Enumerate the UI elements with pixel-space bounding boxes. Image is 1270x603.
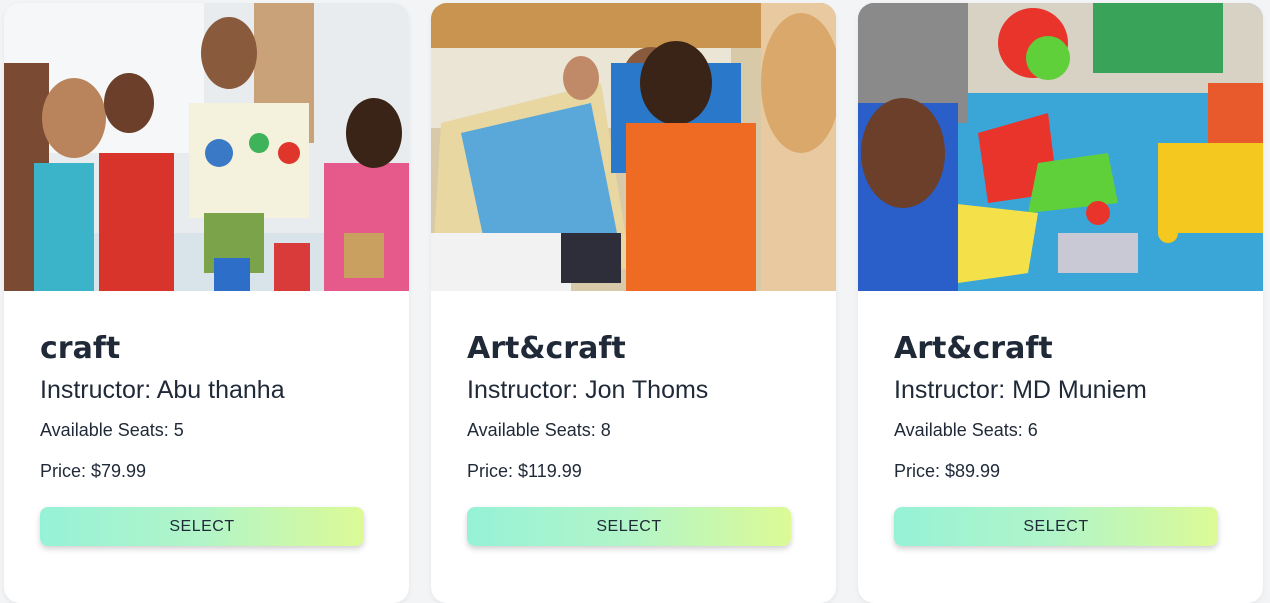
instructor-name: Instructor: Abu thanha	[40, 376, 285, 404]
instructor-name: Instructor: Jon Thoms	[467, 376, 709, 404]
available-seats: Available Seats: 6	[894, 420, 1038, 440]
instructor-name: Instructor: MD Muniem	[894, 376, 1147, 404]
class-card: Art&craft Instructor: MD Muniem Availabl…	[858, 3, 1263, 603]
class-card: Art&craft Instructor: Jon Thoms Availabl…	[431, 3, 836, 603]
available-seats: Available Seats: 8	[467, 420, 611, 440]
class-title: Art&craft	[467, 331, 626, 366]
class-price: Price: $79.99	[40, 461, 147, 481]
select-button[interactable]: SELECT	[894, 507, 1218, 546]
class-card: craft Instructor: Abu thanha Available S…	[4, 3, 409, 603]
select-button[interactable]: SELECT	[467, 507, 791, 546]
class-title: craft	[40, 331, 121, 366]
available-seats: Available Seats: 5	[40, 420, 184, 440]
class-price: Price: $119.99	[467, 461, 582, 481]
select-button[interactable]: SELECT	[40, 507, 364, 546]
class-photo	[431, 3, 836, 291]
class-photo	[4, 3, 409, 291]
class-title: Art&craft	[894, 331, 1053, 366]
class-photo	[858, 3, 1263, 291]
class-price: Price: $89.99	[894, 461, 1001, 481]
